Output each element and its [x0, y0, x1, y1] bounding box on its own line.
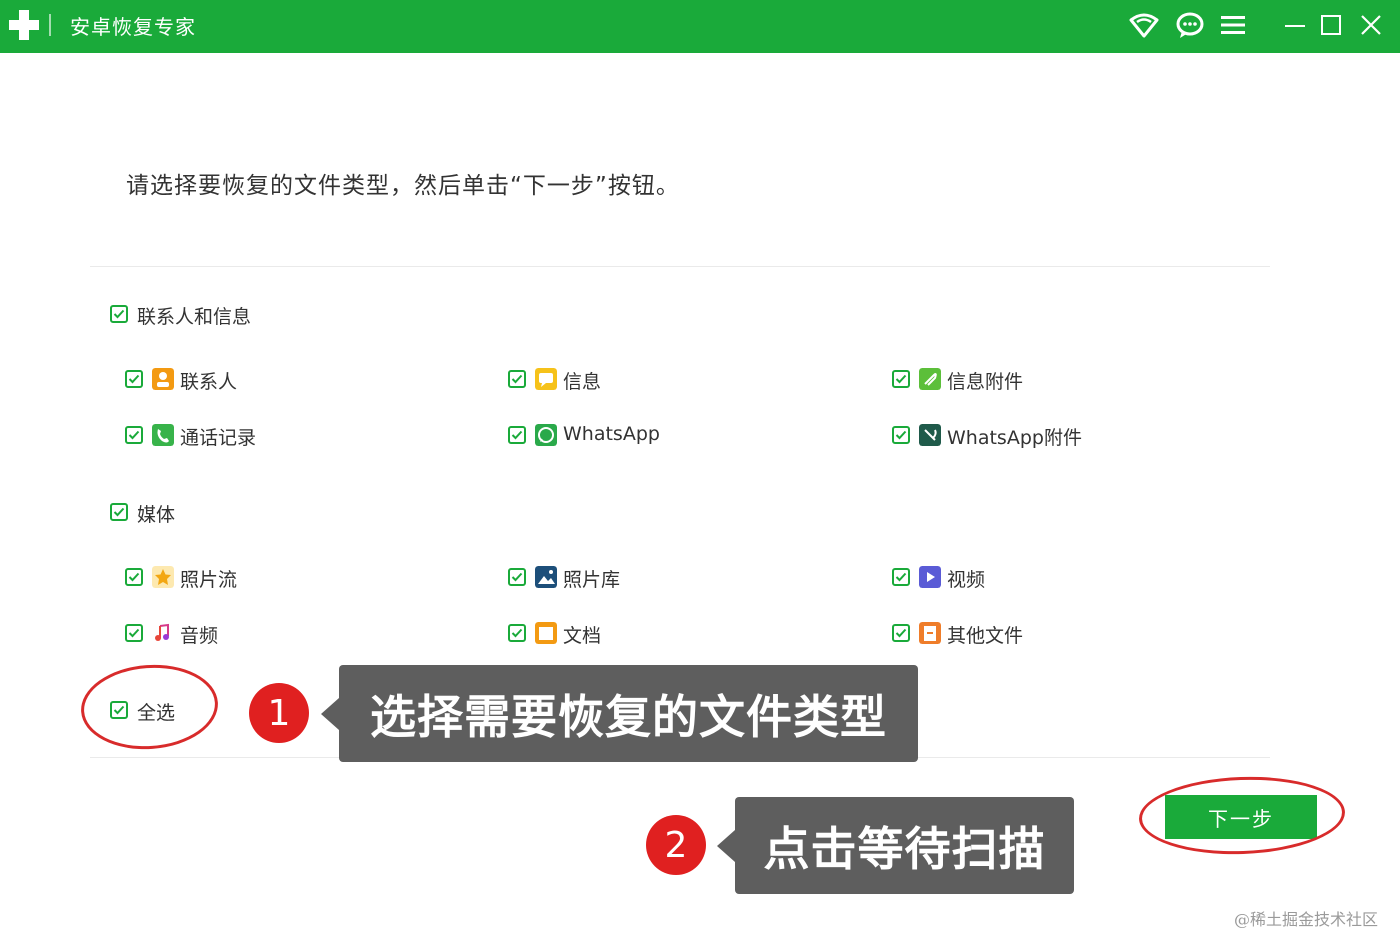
- checkbox-audio[interactable]: [125, 624, 143, 642]
- checkbox-photo-library[interactable]: [508, 568, 526, 586]
- next-button-highlight-circle: [1137, 773, 1347, 858]
- callout-text-1: 选择需要恢复的文件类型: [370, 689, 887, 744]
- step-badge-1: 1: [249, 683, 309, 743]
- checkbox-whatsapp-attachments[interactable]: [892, 426, 910, 444]
- photo-stream-icon: [152, 566, 174, 588]
- checkbox-photo-stream[interactable]: [125, 568, 143, 586]
- document-icon: [535, 622, 557, 644]
- checkbox-video[interactable]: [892, 568, 910, 586]
- window-title: 安卓恢复专家: [70, 15, 196, 39]
- messages-icon: [535, 368, 557, 390]
- minimize-icon[interactable]: [1278, 10, 1312, 40]
- checkbox-message-attachments[interactable]: [892, 370, 910, 388]
- whatsapp-attachment-icon: [919, 424, 941, 446]
- title-divider: [49, 14, 51, 36]
- label-call-log: 通话记录: [180, 427, 257, 449]
- call-log-icon: [152, 424, 174, 446]
- callout-tail: [321, 697, 339, 730]
- menu-icon[interactable]: [1216, 10, 1250, 40]
- whatsapp-icon: [535, 424, 557, 446]
- callout-text-2: 点击等待扫描: [763, 821, 1046, 876]
- callout-tail: [717, 829, 735, 862]
- step-badge-2: 2: [646, 815, 706, 875]
- label-messages: 信息: [563, 371, 602, 393]
- label-video: 视频: [947, 569, 986, 591]
- checkbox-whatsapp[interactable]: [508, 426, 526, 444]
- watermark-text: @稀土掘金技术社区: [1234, 910, 1379, 929]
- contacts-icon: [152, 368, 174, 390]
- label-documents: 文档: [563, 625, 602, 647]
- checkbox-call-log[interactable]: [125, 426, 143, 444]
- label-whatsapp-attachments: WhatsApp附件: [947, 427, 1082, 449]
- callout-step-1: 选择需要恢复的文件类型: [321, 665, 918, 762]
- label-audio: 音频: [180, 625, 219, 647]
- group-checkbox-media[interactable]: [110, 503, 128, 521]
- checkbox-documents[interactable]: [508, 624, 526, 642]
- group-label-contacts-messages: 联系人和信息: [137, 306, 252, 328]
- message-attachment-icon: [919, 368, 941, 390]
- chat-icon[interactable]: [1173, 10, 1207, 40]
- close-icon[interactable]: [1354, 10, 1388, 40]
- label-other-files: 其他文件: [947, 625, 1024, 647]
- label-contacts: 联系人: [180, 371, 238, 393]
- label-photo-library: 照片库: [563, 569, 621, 591]
- instruction-text: 请选择要恢复的文件类型，然后单击“下一步”按钮。: [126, 173, 680, 199]
- group-checkbox-contacts-messages[interactable]: [110, 305, 128, 323]
- checkbox-messages[interactable]: [508, 370, 526, 388]
- checkbox-contacts[interactable]: [125, 370, 143, 388]
- video-icon: [919, 566, 941, 588]
- label-photo-stream: 照片流: [180, 569, 238, 591]
- label-message-attachments: 信息附件: [947, 371, 1024, 393]
- other-files-icon: [919, 622, 941, 644]
- maximize-icon[interactable]: [1314, 10, 1348, 40]
- photo-library-icon: [535, 566, 557, 588]
- app-logo-icon: [9, 10, 39, 40]
- audio-icon: [152, 622, 174, 644]
- title-bar: 安卓恢复专家: [0, 0, 1400, 53]
- wifi-icon[interactable]: [1127, 10, 1161, 40]
- callout-step-2: 点击等待扫描: [717, 797, 1074, 894]
- checkbox-other-files[interactable]: [892, 624, 910, 642]
- label-whatsapp: WhatsApp: [563, 423, 660, 445]
- group-label-media: 媒体: [137, 504, 176, 526]
